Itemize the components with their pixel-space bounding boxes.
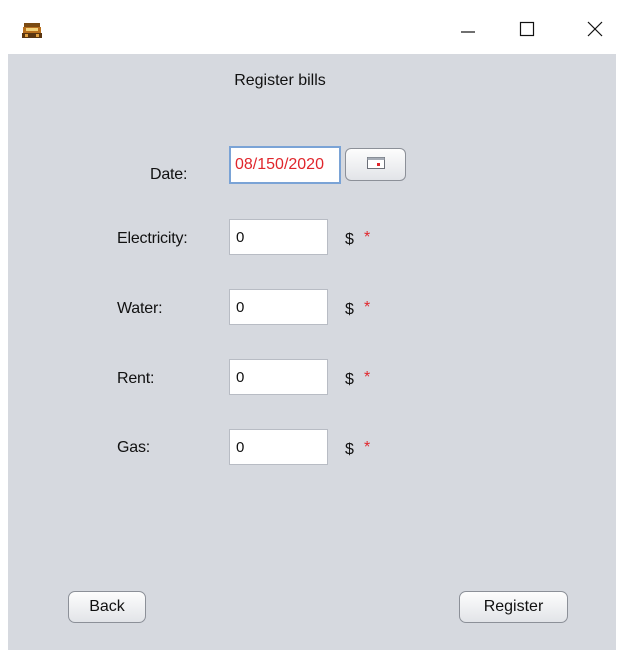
water-currency: $ [345, 301, 354, 318]
app-icon [22, 22, 42, 40]
minimize-icon [460, 21, 476, 42]
rent-label: Rent: [117, 370, 155, 387]
date-field[interactable] [229, 146, 341, 184]
date-picker-button[interactable] [345, 148, 406, 181]
electricity-currency: $ [345, 231, 354, 248]
date-label: Date: [150, 166, 188, 183]
back-button[interactable]: Back [68, 591, 146, 623]
rent-required-marker: * [364, 369, 371, 386]
register-button[interactable]: Register [459, 591, 568, 623]
maximize-icon [519, 21, 535, 42]
calendar-icon [366, 156, 385, 174]
gas-required-marker: * [364, 439, 371, 456]
electricity-label: Electricity: [117, 230, 188, 247]
close-icon [587, 21, 603, 42]
rent-currency: $ [345, 371, 354, 388]
gas-label: Gas: [117, 439, 150, 456]
minimize-button[interactable] [445, 8, 491, 54]
maximize-button[interactable] [504, 8, 550, 54]
form-title: Register bills [234, 72, 326, 89]
water-label: Water: [117, 300, 163, 317]
electricity-field[interactable] [229, 219, 328, 255]
gas-field[interactable] [229, 429, 328, 465]
form-panel [8, 54, 616, 650]
gas-currency: $ [345, 441, 354, 458]
close-button[interactable] [572, 8, 618, 54]
electricity-required-marker: * [364, 229, 371, 246]
water-required-marker: * [364, 299, 371, 316]
water-field[interactable] [229, 289, 328, 325]
title-bar [0, 0, 624, 54]
rent-field[interactable] [229, 359, 328, 395]
